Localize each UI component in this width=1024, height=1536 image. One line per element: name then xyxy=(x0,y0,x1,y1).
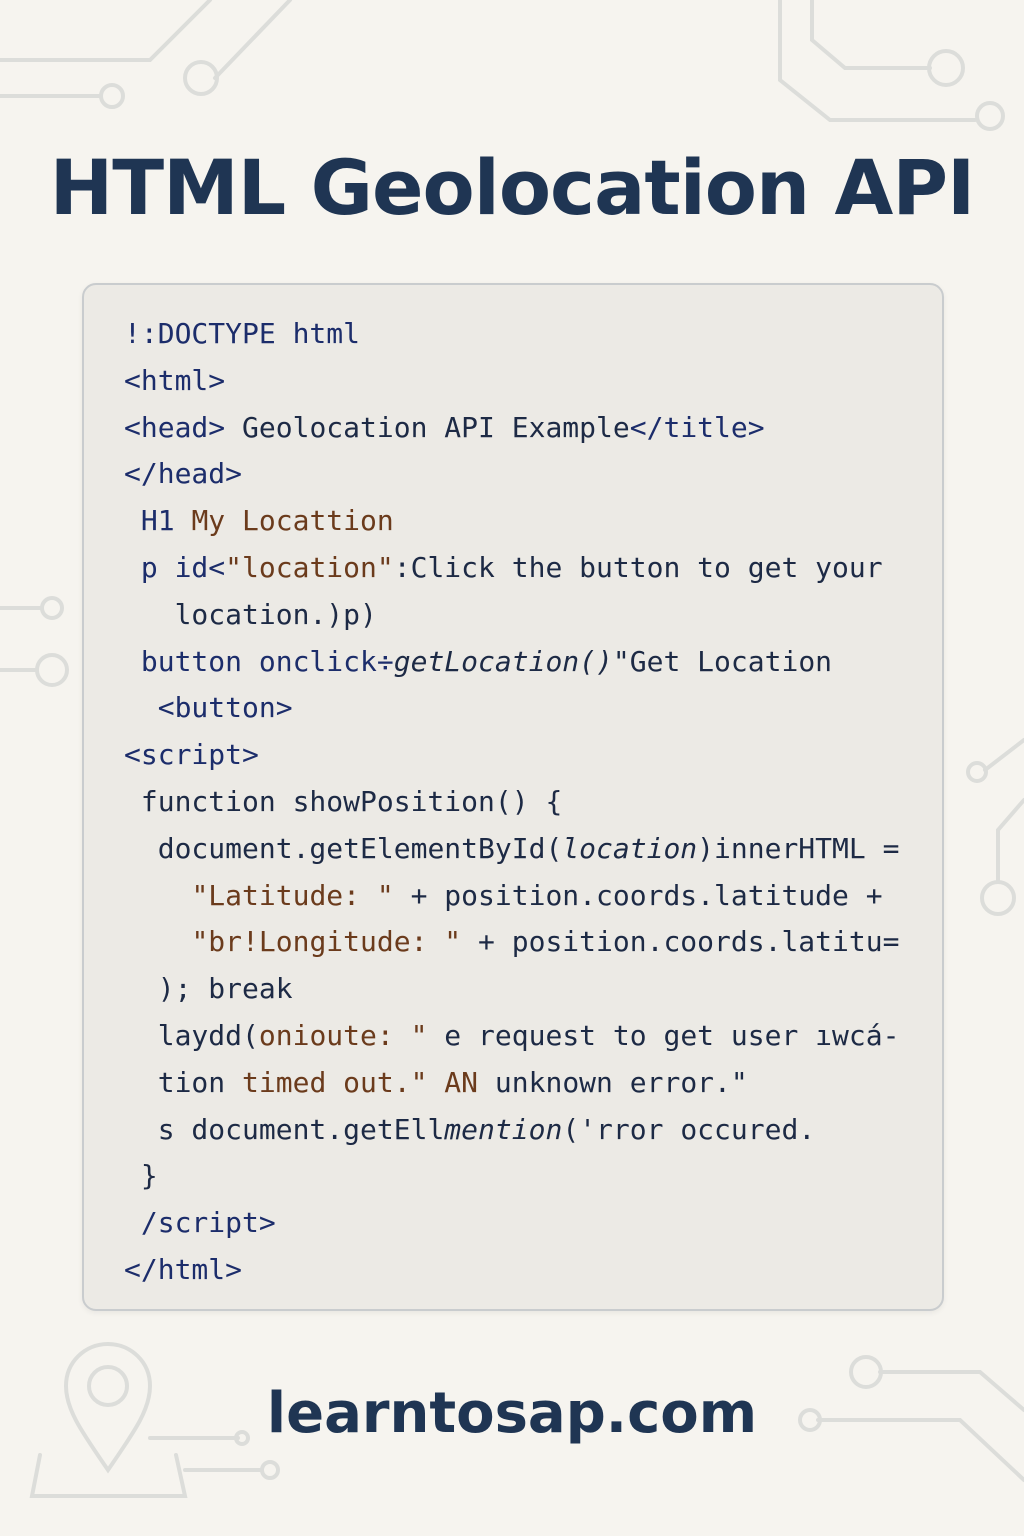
code-line: <head> Geolocation API Example</title> xyxy=(124,405,924,452)
code-token: <html> xyxy=(124,363,226,397)
circuit-node xyxy=(927,49,965,87)
circuit-node xyxy=(966,761,988,783)
page-title: HTML Geolocation API xyxy=(49,143,976,232)
circuit-node xyxy=(35,653,69,687)
code-token: unknown error." xyxy=(478,1065,748,1099)
circuit-node xyxy=(980,880,1016,916)
code-token: /script> xyxy=(140,1206,276,1240)
code-line: <script> xyxy=(124,732,924,779)
code-block: !:DOCTYPE html <html> <head> Geolocation A… xyxy=(82,283,944,1311)
code-line: !:DOCTYPE html xyxy=(124,311,924,358)
circuit-trace xyxy=(810,0,932,70)
code-token: document.getElementById( xyxy=(157,831,563,865)
code-listing: !:DOCTYPE html <html> <head> Geolocation A… xyxy=(124,311,924,1294)
code-line: laydd(onioute: " e request to get user ı… xyxy=(124,1013,924,1060)
circuit-trace xyxy=(778,0,977,122)
code-token: </html> xyxy=(124,1252,243,1286)
code-line: /script> xyxy=(124,1200,924,1247)
code-token: onioute: " xyxy=(258,1018,428,1052)
code-token: location xyxy=(562,831,698,865)
code-token: "location" xyxy=(225,550,394,584)
code-token: + position.coords.latitu= xyxy=(461,925,900,959)
code-token: Geolocation API Example xyxy=(242,410,630,444)
code-token: button onclick÷ xyxy=(140,644,394,678)
code-token: H1 xyxy=(140,504,192,538)
code-token: </head> xyxy=(124,457,243,491)
circuit-trace xyxy=(213,0,292,80)
circuit-node xyxy=(40,596,64,620)
code-token: ('rror occured. xyxy=(562,1112,816,1146)
code-line: </head> xyxy=(124,451,924,498)
code-line: </html> xyxy=(124,1247,924,1294)
code-token: <script> xyxy=(124,738,259,772)
code-line: location.)p) xyxy=(124,592,924,639)
code-token: p id< xyxy=(140,550,226,584)
code-token: <button> xyxy=(157,691,293,725)
code-token: "br!Longitude: " xyxy=(191,925,462,959)
code-token: ); break xyxy=(157,972,293,1006)
code-token: mention xyxy=(444,1112,563,1146)
code-line: tion timed out." AN unknown error." xyxy=(124,1060,924,1107)
code-line: "br!Longitude: " + position.coords.latit… xyxy=(124,919,924,966)
circuit-trace xyxy=(996,798,1024,882)
code-token: )innerHTML = xyxy=(697,831,900,865)
circuit-node xyxy=(99,83,125,109)
code-line: "Latitude: " + position.coords.latitude … xyxy=(124,873,924,920)
circuit-trace xyxy=(0,0,212,62)
map-base xyxy=(29,1453,188,1498)
code-token: My Locattion xyxy=(191,504,394,538)
code-token: <head> xyxy=(124,410,243,444)
code-token: + position.coords.latitude + xyxy=(393,878,883,912)
circuit-node xyxy=(975,101,1005,131)
code-token: getLocation() xyxy=(393,644,613,678)
code-token: s document.getEll xyxy=(157,1112,445,1146)
circuit-node xyxy=(260,1460,280,1480)
code-token: location.)p) xyxy=(174,597,377,631)
site-footer-url: learntosap.com xyxy=(266,1381,758,1446)
code-token: :Click the button to get your xyxy=(393,550,883,584)
code-line: document.getElementById(location)innerHT… xyxy=(124,826,924,873)
code-line: } xyxy=(124,1153,924,1200)
code-token: </title> xyxy=(629,410,765,444)
code-token: e request to get user ıwcá- xyxy=(427,1018,900,1052)
circuit-node xyxy=(183,60,219,96)
code-token: !:DOCTYPE html xyxy=(124,317,361,350)
code-token: laydd( xyxy=(157,1018,259,1052)
code-token: timed out." AN xyxy=(242,1065,479,1099)
code-token: function showPosition() { xyxy=(140,784,563,818)
code-token: tion xyxy=(157,1065,243,1099)
code-line: ); break xyxy=(124,966,924,1013)
code-token: } xyxy=(140,1159,158,1193)
code-line: s document.getEllmention('rror occured. xyxy=(124,1107,924,1154)
circuit-trace xyxy=(983,738,1024,772)
code-token: "Latitude: " xyxy=(191,878,394,912)
code-line: function showPosition() { xyxy=(124,779,924,826)
code-line: p id<"location":Click the button to get … xyxy=(124,545,924,592)
code-line: <button> xyxy=(124,685,924,732)
code-line: <html> xyxy=(124,358,924,405)
code-line: H1 My Locattion xyxy=(124,498,924,545)
code-token: "Get Location xyxy=(612,644,833,678)
code-line: button onclick÷getLocation()"Get Locatio… xyxy=(124,639,924,686)
